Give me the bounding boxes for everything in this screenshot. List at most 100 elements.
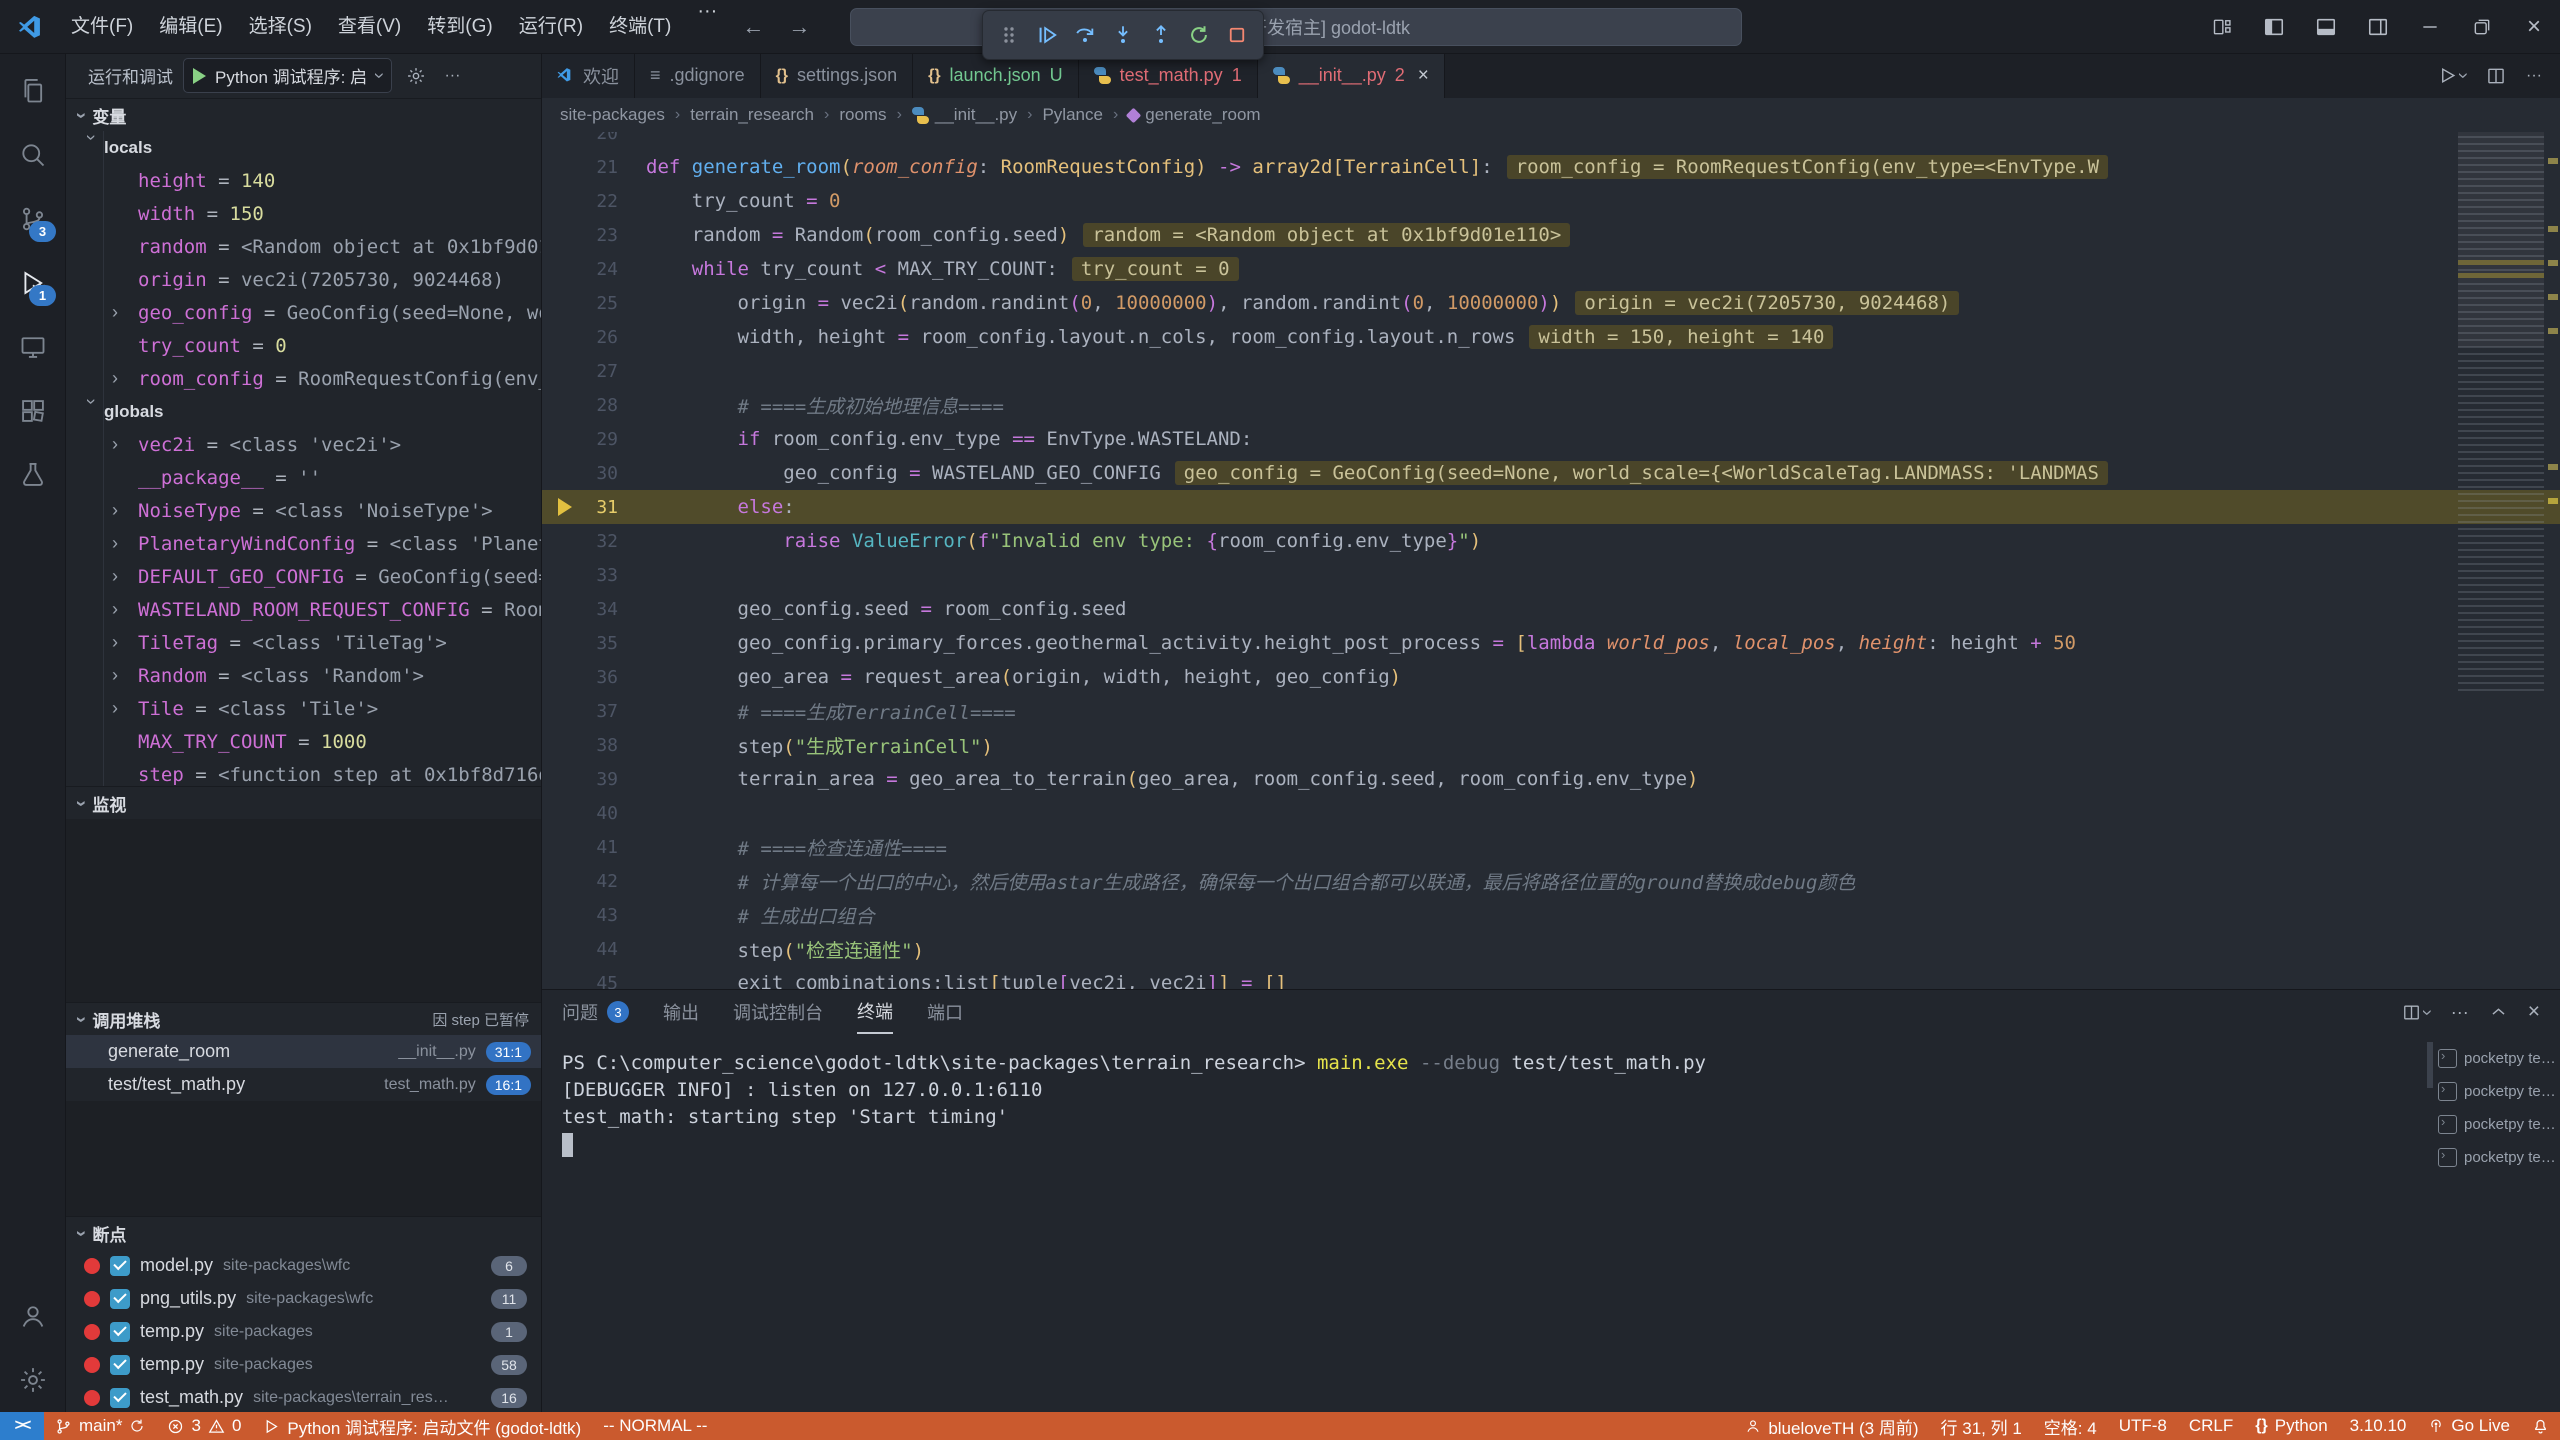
panel-tab-问题[interactable]: 问题3 [562,990,629,1034]
terminal-output[interactable]: PS C:\computer_science\godot-ldtk\site-p… [542,1034,2426,1412]
code-line-32[interactable]: 32 raise ValueError(f"Invalid env type: … [542,524,2560,558]
problems-item[interactable]: 3 0 [156,1412,252,1440]
code-line-29[interactable]: 29 if room_config.env_type == EnvType.WA… [542,422,2560,456]
code-line-21[interactable]: 21def generate_room(room_config: RoomReq… [542,150,2560,184]
variable-row-geo_config[interactable]: ›geo_config = GeoConfig(seed=None, wor… [66,296,541,329]
code-line-24[interactable]: 24 while try_count < MAX_TRY_COUNT:try_c… [542,252,2560,286]
menu-item-1[interactable]: 编辑(E) [146,0,235,53]
encoding-item[interactable]: UTF-8 [2108,1412,2178,1440]
restart-icon[interactable] [1183,17,1215,53]
eol-item[interactable]: CRLF [2178,1412,2244,1440]
code-line-39[interactable]: 39 terrain_area = geo_area_to_terrain(ge… [542,762,2560,796]
variable-row-Tile[interactable]: ›Tile = <class 'Tile'> [66,692,541,725]
debug-settings-gear-icon[interactable] [402,66,430,86]
notifications-item[interactable] [2521,1412,2560,1440]
breadcrumb-item-__init__.py[interactable]: __init__.py [912,105,1017,125]
stack-frame-generate_room[interactable]: generate_room__init__.py31:1 [66,1035,541,1068]
testing-icon[interactable] [0,443,65,507]
step-out-icon[interactable] [1145,17,1177,53]
continue-icon[interactable] [1031,17,1063,53]
close-window-icon[interactable]: × [2508,0,2560,53]
debug-config-select[interactable]: Python 调试程序: 启 › [183,58,392,93]
git-branch-item[interactable]: main* [44,1412,156,1440]
toggle-sidebar-icon[interactable] [2248,0,2300,53]
variable-row-DEFAULT_GEO_CONFIG[interactable]: ›DEFAULT_GEO_CONFIG = GeoConfig(seed=1… [66,560,541,593]
code-line-33[interactable]: 33 [542,558,2560,592]
variables-scope-locals[interactable]: ›locals [66,131,541,164]
split-editor-icon[interactable] [2486,66,2506,86]
code-line-42[interactable]: 42 # 计算每一个出口的中心，然后使用astar生成路径，确保每一个出口组合都… [542,864,2560,898]
indentation-item[interactable]: 空格: 4 [2033,1412,2108,1440]
run-debug-icon[interactable]: 1 [0,251,65,315]
stop-icon[interactable] [1221,17,1253,53]
code-line-23[interactable]: 23 random = Random(room_config.seed)rand… [542,218,2560,252]
variable-row-random[interactable]: random = <Random object at 0x1bf9d01e… [66,230,541,263]
variable-row-try_count[interactable]: try_count = 0 [66,329,541,362]
variable-row-vec2i[interactable]: ›vec2i = <class 'vec2i'> [66,428,541,461]
terminal-instance-1[interactable]: pocketpy te… [2434,1075,2560,1108]
cursor-position-item[interactable]: 行 31, 列 1 [1930,1412,2033,1440]
stack-frame-test/test_math.py[interactable]: test/test_math.pytest_math.py16:1 [66,1068,541,1101]
minimize-icon[interactable] [2404,0,2456,53]
code-line-45[interactable]: 45 exit_combinations:list[tuple[vec2i, v… [542,966,2560,989]
variable-row-room_config[interactable]: ›room_config = RoomRequestConfig(env_t… [66,362,541,395]
variable-row-origin[interactable]: origin = vec2i(7205730, 9024468) [66,263,541,296]
variables-section-header[interactable]: › 变量 [66,98,541,131]
menu-item-5[interactable]: 运行(R) [506,0,596,53]
tab-.gdignore[interactable]: ≡.gdignore [635,53,761,98]
code-line-31[interactable]: 31 else: [542,490,2560,524]
toggle-panel-icon[interactable] [2300,0,2352,53]
code-line-36[interactable]: 36 geo_area = request_area(origin, width… [542,660,2560,694]
step-over-icon[interactable] [1069,17,1101,53]
terminal-instance-0[interactable]: pocketpy te… [2434,1042,2560,1075]
breakpoint-checkbox[interactable] [110,1322,130,1342]
nav-back-icon[interactable]: ← [730,14,776,40]
minimap[interactable] [2458,136,2544,696]
panel-tab-调试控制台[interactable]: 调试控制台 [733,990,823,1034]
code-editor[interactable]: 2021def generate_room(room_config: RoomR… [542,132,2560,989]
code-line-43[interactable]: 43 # 生成出口组合 [542,898,2560,932]
breadcrumb-item-terrain_research[interactable]: terrain_research [690,105,814,125]
language-mode-item[interactable]: {} Python [2244,1412,2338,1440]
tab-__init__.py[interactable]: __init__.py2× [1258,53,1445,98]
code-line-20[interactable]: 20 [542,132,2560,150]
code-line-40[interactable]: 40 [542,796,2560,830]
go-live-item[interactable]: Go Live [2417,1412,2521,1440]
breakpoint-row-3[interactable]: temp.pysite-packages58 [66,1348,541,1381]
breadcrumb-item-generate_room[interactable]: generate_room [1128,105,1260,125]
code-line-27[interactable]: 27 [542,354,2560,388]
vim-mode-indicator[interactable]: -- NORMAL -- [592,1412,718,1440]
code-line-37[interactable]: 37 # ====生成TerrainCell==== [542,694,2560,728]
breadcrumb-item-Pylance[interactable]: Pylance [1042,105,1102,125]
toggle-secondary-sidebar-icon[interactable] [2352,0,2404,53]
variable-row-MAX_TRY_COUNT[interactable]: MAX_TRY_COUNT = 1000 [66,725,541,758]
code-line-28[interactable]: 28 # ====生成初始地理信息==== [542,388,2560,422]
breakpoint-checkbox[interactable] [110,1256,130,1276]
breakpoint-checkbox[interactable] [110,1355,130,1375]
remote-explorer-icon[interactable] [0,315,65,379]
close-tab-icon[interactable]: × [1418,65,1429,87]
git-blame-item[interactable]: blueloveTH (3 周前) [1734,1412,1929,1440]
close-panel-icon[interactable]: × [2528,1000,2540,1024]
code-line-35[interactable]: 35 geo_config.primary_forces.geothermal_… [542,626,2560,660]
code-line-38[interactable]: 38 step("生成TerrainCell") [542,728,2560,762]
maximize-panel-icon[interactable] [2489,1003,2508,1022]
variable-row-__package__[interactable]: __package__ = '' [66,461,541,494]
debug-config-status[interactable]: Python 调试程序: 启动文件 (godot-ldtk) [252,1412,592,1440]
remote-indicator[interactable]: >< [0,1412,44,1440]
breadcrumb-item-site-packages[interactable]: site-packages [560,105,665,125]
run-python-file-icon[interactable]: › [2438,66,2466,85]
breakpoint-row-4[interactable]: test_math.pysite-packages\terrain_res…16 [66,1381,541,1412]
code-line-34[interactable]: 34 geo_config.seed = room_config.seed [542,592,2560,626]
variable-row-width[interactable]: width = 150 [66,197,541,230]
extensions-icon[interactable] [0,379,65,443]
variable-row-height[interactable]: height = 140 [66,164,541,197]
more-actions-icon[interactable]: ··· [2526,67,2542,85]
variables-scope-globals[interactable]: ›globals [66,395,541,428]
code-line-41[interactable]: 41 # ====检查连通性==== [542,830,2560,864]
code-line-26[interactable]: 26 width, height = room_config.layout.n_… [542,320,2560,354]
breadcrumb-item-rooms[interactable]: rooms [839,105,886,125]
menu-item-3[interactable]: 查看(V) [325,0,414,53]
settings-gear-icon[interactable] [0,1348,65,1412]
call-stack-section-header[interactable]: › 调用堆栈 因 step 已暂停 [66,1002,541,1035]
